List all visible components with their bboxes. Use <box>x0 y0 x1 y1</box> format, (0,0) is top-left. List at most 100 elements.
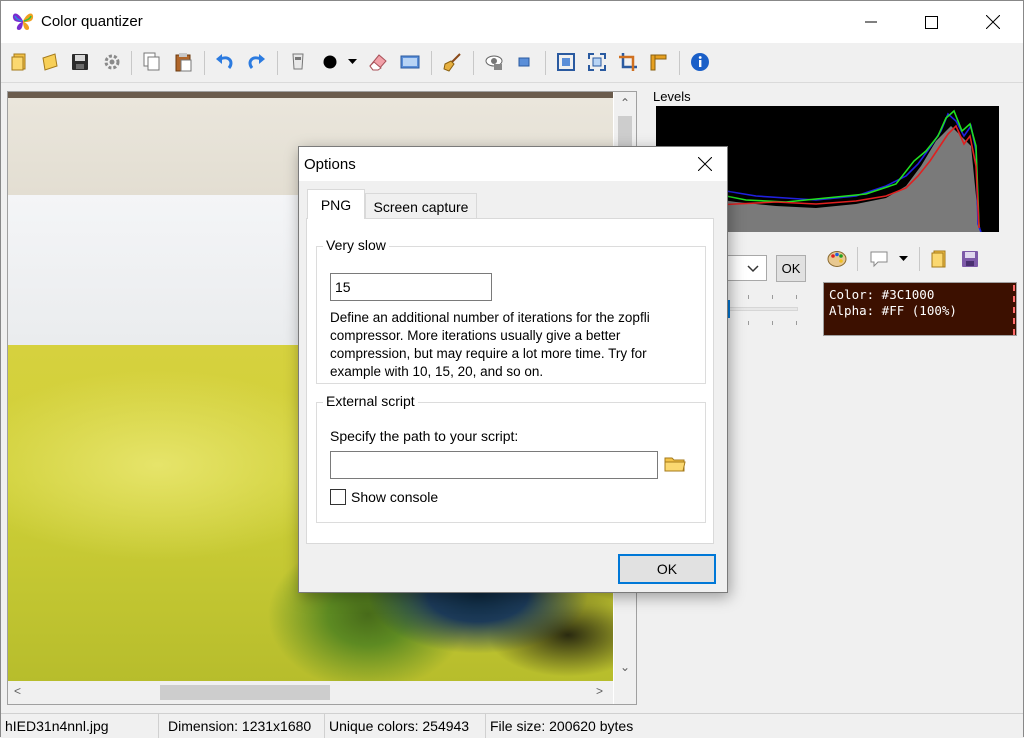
pipette-button[interactable] <box>287 51 309 73</box>
dialog-ok-button[interactable]: OK <box>618 554 716 584</box>
scroll-right-icon[interactable]: > <box>596 684 603 698</box>
settings-button[interactable] <box>101 51 123 73</box>
palette-size-select[interactable] <box>723 255 767 281</box>
apply-ok-button[interactable]: OK <box>776 255 806 282</box>
script-path-input[interactable] <box>330 451 658 479</box>
dropdown-arrow-icon <box>898 256 908 261</box>
dropdown-arrow-icon <box>347 59 357 64</box>
close-icon <box>698 157 712 171</box>
comment-dropdown[interactable] <box>896 248 910 270</box>
toolbar-separator <box>431 51 432 75</box>
actual-size-button[interactable] <box>513 51 535 73</box>
script-path-label: Specify the path to your script: <box>330 428 519 444</box>
info-icon <box>691 53 709 71</box>
info-button[interactable] <box>689 51 711 73</box>
dialog-title: Options <box>304 156 356 173</box>
screen-capture-button[interactable] <box>399 51 421 73</box>
paste-button[interactable] <box>173 51 195 73</box>
speech-bubble-icon <box>870 251 888 268</box>
dialog-title-bar: Options <box>299 147 727 181</box>
fullscreen-button[interactable] <box>586 51 608 73</box>
browse-button[interactable] <box>664 455 686 475</box>
load-palette-button[interactable] <box>929 248 951 270</box>
undo-button[interactable] <box>214 51 236 73</box>
copy-button[interactable] <box>141 51 163 73</box>
scroll-left-icon[interactable]: < <box>14 684 21 698</box>
folder-icon <box>664 457 686 472</box>
app-window: Color quantizer ⌃ ⌄ < > Levels OK Color:… <box>0 0 1024 738</box>
iterations-description: Define an additional number of iteration… <box>330 309 700 381</box>
eraser-icon <box>369 54 387 71</box>
palette-button[interactable] <box>826 248 848 270</box>
dialog-close-button[interactable] <box>693 153 717 175</box>
main-toolbar <box>1 43 1023 83</box>
eye-icon <box>485 55 503 70</box>
brush-size-dropdown[interactable] <box>345 51 359 73</box>
scroll-down-icon[interactable]: ⌄ <box>620 660 630 674</box>
description-line: Define an additional number of iteration… <box>330 310 650 325</box>
maximize-button[interactable] <box>901 1 961 43</box>
open-icon <box>11 53 26 71</box>
fit-button[interactable] <box>555 51 577 73</box>
undo-icon <box>216 54 233 69</box>
status-filename: hIED31n4nnl.jpg <box>1 714 159 738</box>
status-bar: hIED31n4nnl.jpg Dimension: 1231x1680 Uni… <box>1 713 1023 738</box>
redo-button[interactable] <box>245 51 267 73</box>
save-icon <box>72 54 88 70</box>
resize-icon <box>650 54 667 71</box>
paste-icon <box>175 53 192 72</box>
toolbar-separator <box>679 51 680 75</box>
horizontal-scroll-thumb[interactable] <box>160 685 330 700</box>
crop-icon <box>619 53 637 71</box>
tab-screen-capture[interactable]: Screen capture <box>365 193 477 219</box>
eraser-button[interactable] <box>367 51 389 73</box>
scrollbar-corner <box>614 681 636 704</box>
small-image-icon <box>518 57 530 67</box>
slider-tick <box>796 321 797 325</box>
resize-button[interactable] <box>647 51 669 73</box>
very-slow-label: Very slow <box>323 237 389 253</box>
preview-button[interactable] <box>483 51 505 73</box>
show-console-checkbox[interactable] <box>330 489 346 505</box>
toolbar-separator <box>204 51 205 75</box>
external-script-label: External script <box>323 393 418 409</box>
open-recent-button[interactable] <box>39 51 61 73</box>
save-button[interactable] <box>69 51 91 73</box>
open-button[interactable] <box>9 51 31 73</box>
broom-icon <box>443 53 461 72</box>
very-slow-group: Very slow Define an additional number of… <box>316 237 706 384</box>
status-unique-colors: Unique colors: 254943 <box>325 714 486 738</box>
copy-icon <box>143 52 160 71</box>
description-line: compression, but may require a lot more … <box>330 346 647 361</box>
minimize-button[interactable] <box>841 1 901 43</box>
close-icon <box>986 15 1000 29</box>
tab-png[interactable]: PNG <box>307 189 365 219</box>
toolbar-separator <box>131 51 132 75</box>
description-line: example with 10, 15, 20, and so on. <box>330 364 544 379</box>
folder-icon <box>931 250 946 268</box>
scroll-up-icon[interactable]: ⌃ <box>620 96 630 110</box>
horizontal-scrollbar[interactable]: < > <box>8 681 613 704</box>
minimize-icon <box>865 21 877 23</box>
title-bar: Color quantizer <box>1 1 1023 43</box>
brush-size-button[interactable] <box>319 51 341 73</box>
show-console-label: Show console <box>351 489 439 505</box>
palette-separator <box>919 247 920 271</box>
maximize-icon <box>924 15 938 29</box>
description-line: compressor. More iterations usually give… <box>330 328 621 343</box>
save-palette-button[interactable] <box>959 248 981 270</box>
slider-track[interactable] <box>728 307 798 311</box>
comment-button[interactable] <box>868 248 890 270</box>
cleanup-button[interactable] <box>441 51 463 73</box>
slider-tick <box>772 295 773 299</box>
chevron-down-icon <box>747 265 759 273</box>
close-button[interactable] <box>963 1 1023 43</box>
palette-separator <box>857 247 858 271</box>
fit-icon <box>557 53 575 71</box>
palette-icon <box>827 251 847 267</box>
slider-tick <box>748 295 749 299</box>
iterations-input[interactable] <box>330 273 492 301</box>
crop-button[interactable] <box>617 51 639 73</box>
slider-tick <box>796 295 797 299</box>
save-icon <box>962 251 978 267</box>
